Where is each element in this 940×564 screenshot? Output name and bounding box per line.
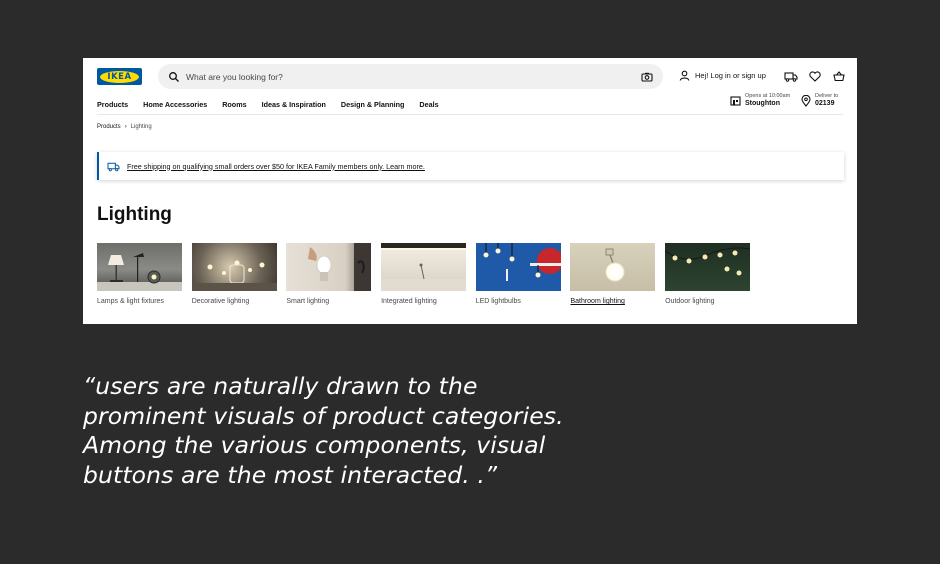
category-image[interactable] [286, 243, 372, 291]
nav-ideas-inspiration[interactable]: Ideas & Inspiration [262, 100, 326, 109]
location-pin-icon [801, 94, 811, 107]
category-image[interactable] [97, 243, 182, 291]
category-image[interactable] [381, 243, 467, 291]
category-decorative[interactable]: Decorative lighting [191, 243, 277, 305]
user-research-quote: “users are naturally drawn to the promin… [83, 372, 564, 489]
cart-icon[interactable] [832, 70, 846, 83]
chevron-right-icon: › [124, 124, 127, 130]
category-outdoor[interactable]: Outdoor lighting [665, 243, 751, 305]
logo-text: IKEA [100, 70, 139, 83]
category-image[interactable] [191, 243, 277, 291]
category-label[interactable]: Lamps & light fixtures [97, 298, 182, 305]
category-label[interactable]: Smart lighting [286, 298, 371, 305]
search-bar[interactable]: What are you looking for? [158, 64, 663, 89]
category-label[interactable]: LED lightbulbs [476, 298, 561, 305]
deliver-zip: 02139 [815, 99, 835, 107]
ikea-logo[interactable]: IKEA [97, 68, 142, 85]
delivery-selector[interactable]: Deliver to 02139 [801, 93, 839, 107]
shipping-banner-link[interactable]: Free shipping on qualifying small orders… [127, 162, 425, 171]
category-image[interactable] [570, 243, 656, 291]
nav-deals[interactable]: Deals [419, 100, 438, 109]
nav-rooms[interactable]: Rooms [222, 100, 246, 109]
heart-icon[interactable] [808, 70, 822, 83]
camera-icon[interactable] [641, 71, 653, 83]
search-input[interactable]: What are you looking for? [186, 72, 641, 82]
category-integrated[interactable]: Integrated lighting [381, 243, 467, 305]
page-title: Lighting [97, 204, 172, 225]
store-selector[interactable]: Opens at 10:00am Stoughton [730, 93, 791, 107]
login-link[interactable]: Hej! Log in or sign up [679, 70, 766, 81]
shipping-banner: Free shipping on qualifying small orders… [97, 152, 844, 180]
breadcrumb: Products › Lighting [97, 124, 152, 130]
breadcrumb-current: Lighting [130, 124, 152, 130]
category-label[interactable]: Bathroom lighting [570, 298, 655, 305]
truck-icon [107, 162, 120, 171]
category-smart[interactable]: Smart lighting [286, 243, 372, 305]
ikea-page-screenshot: IKEA What are you looking for? Hej! Log … [83, 58, 857, 324]
login-label[interactable]: Hej! Log in or sign up [695, 71, 766, 80]
store-icon [730, 96, 741, 106]
category-label[interactable]: Outdoor lighting [665, 298, 750, 305]
category-label[interactable]: Integrated lighting [381, 298, 466, 305]
category-label[interactable]: Decorative lighting [192, 298, 277, 305]
breadcrumb-root[interactable]: Products [97, 124, 121, 130]
user-icon [679, 70, 690, 81]
header-divider [97, 114, 843, 115]
nav-design-planning[interactable]: Design & Planning [341, 100, 405, 109]
main-nav: Products Home Accessories Rooms Ideas & … [97, 100, 454, 109]
search-icon [169, 71, 179, 82]
category-image[interactable] [665, 243, 751, 291]
deliver-label: Deliver to [815, 93, 839, 99]
category-list: Lamps & light fixtures Decorative lighti… [97, 243, 760, 305]
category-image[interactable] [475, 243, 561, 291]
store-name: Stoughton [745, 99, 780, 107]
nav-home-accessories[interactable]: Home Accessories [143, 100, 207, 109]
category-led-bulbs[interactable]: LED lightbulbs [475, 243, 561, 305]
category-bathroom[interactable]: Bathroom lighting [570, 243, 656, 305]
store-hours: Opens at 10:00am [745, 93, 791, 99]
nav-products[interactable]: Products [97, 100, 128, 109]
truck-icon[interactable] [784, 70, 798, 83]
category-lamps[interactable]: Lamps & light fixtures [97, 243, 182, 305]
